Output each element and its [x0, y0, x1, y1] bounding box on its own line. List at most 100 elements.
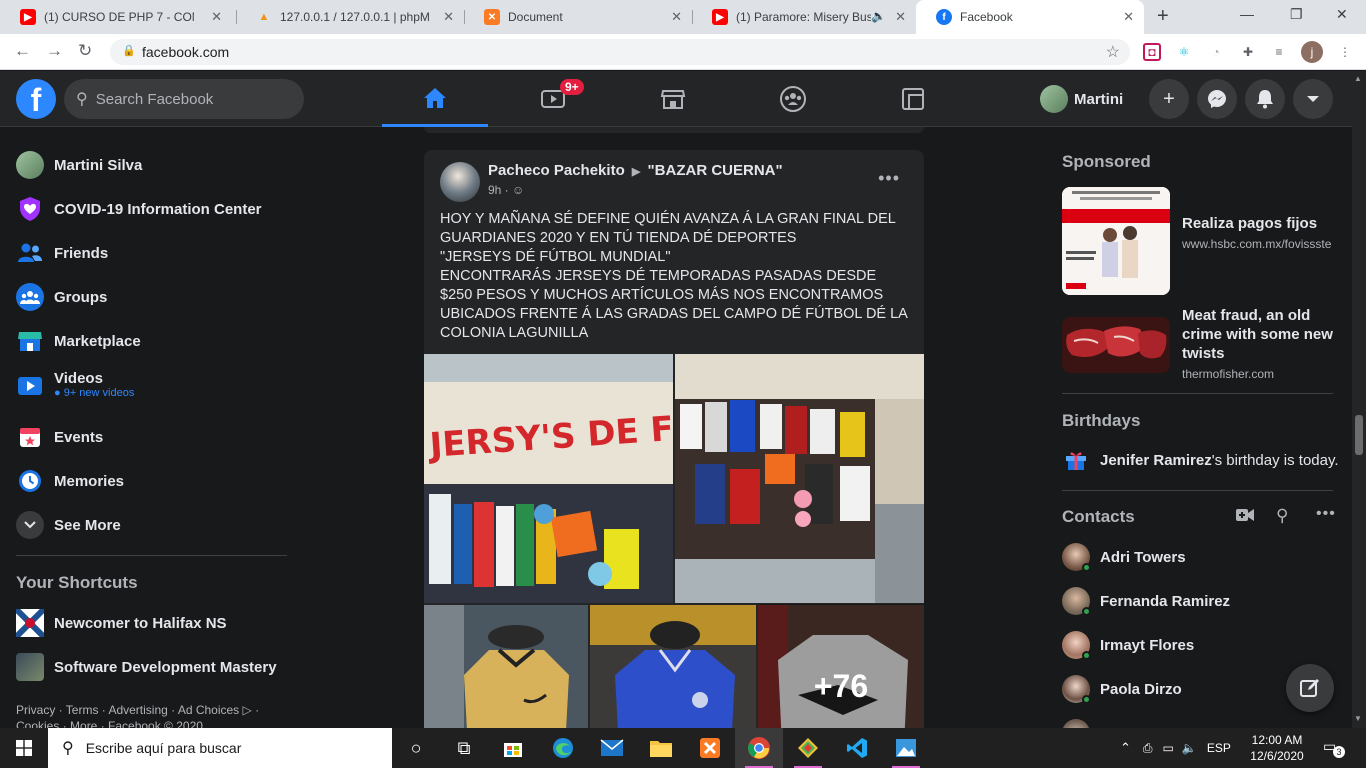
sidebar-item-videos[interactable]: Videos ● 9+ new videos [16, 370, 134, 400]
battery-icon[interactable]: ▭ [1163, 741, 1174, 755]
browser-tab[interactable]: ▶ (1) Paramore: Misery Busin 🔈 ✕ [692, 0, 916, 34]
browser-tab[interactable]: ✕ Document ✕ [464, 0, 692, 34]
minimize-button[interactable]: — [1240, 6, 1254, 22]
lock-icon[interactable]: 🔒 [122, 44, 136, 57]
chrome-icon[interactable] [735, 728, 783, 768]
media-control-icon[interactable]: ≡ [1270, 43, 1288, 61]
scroll-up-icon[interactable]: ▲ [1354, 74, 1362, 83]
task-view-icon[interactable]: ⧉ [440, 728, 488, 768]
ad-title[interactable]: Realiza pagos fijos [1182, 214, 1337, 233]
nav-watch[interactable] [500, 71, 606, 127]
ad-image[interactable] [1062, 187, 1170, 295]
sidebar-item-covid[interactable]: COVID-19 Information Center [16, 195, 262, 223]
scrollbar[interactable] [1352, 71, 1366, 728]
search-input[interactable]: ⚲ Search Facebook [64, 79, 304, 119]
browser-tab[interactable]: ▲ 127.0.0.1 / 127.0.0.1 | phpMyAd ✕ [236, 0, 464, 34]
bookmark-star-icon[interactable]: ☆ [1106, 42, 1120, 62]
store-icon[interactable] [489, 728, 537, 768]
scrollbar-thumb[interactable] [1355, 415, 1363, 455]
new-message-button[interactable] [1286, 664, 1334, 712]
sidebar-item-marketplace[interactable]: Marketplace [16, 327, 141, 355]
speaker-icon[interactable]: 🔈 [871, 9, 886, 23]
post-photo[interactable]: JERSY'S DE FUTBOL [424, 354, 673, 603]
volume-icon[interactable]: 🔈 [1182, 741, 1197, 755]
close-icon[interactable]: ✕ [671, 9, 682, 25]
shortcut-item[interactable]: Software Development Mastery [16, 653, 277, 681]
sidebar-item-groups[interactable]: Groups [16, 283, 107, 311]
ad-title[interactable]: Meat fraud, an old crime with some new t… [1182, 306, 1337, 363]
nav-gaming[interactable] [860, 71, 966, 127]
sidebar-item-profile[interactable]: Martini Silva [16, 151, 142, 179]
system-clock[interactable]: 12:00 AM 12/6/2020 [1247, 732, 1307, 764]
birthday-person[interactable]: Jenifer Ramirez [1100, 452, 1212, 469]
footer-line[interactable]: Privacy · Terms · Advertising · Ad Choic… [16, 702, 276, 718]
contact-item[interactable]: Fernanda Ramirez [1062, 587, 1230, 616]
new-room-icon[interactable] [1236, 508, 1254, 527]
facebook-logo[interactable]: f [16, 79, 56, 119]
sidebar-item-see-more[interactable]: See More [16, 511, 121, 539]
profile-shortcut[interactable]: Martini [1040, 83, 1123, 115]
device-icon[interactable]: ⎙ [1143, 741, 1153, 756]
shortcut-item[interactable]: Newcomer to Halifax NS [16, 609, 227, 637]
account-menu-button[interactable] [1293, 79, 1333, 119]
close-icon[interactable]: ✕ [895, 9, 906, 25]
post-photo[interactable] [675, 354, 924, 603]
reload-button[interactable]: ↻ [78, 41, 92, 61]
taskbar-search-input[interactable]: ⚲ Escribe aquí para buscar [48, 728, 392, 768]
ad-text[interactable]: Realiza pagos fijos www.hsbc.com.mx/fovi… [1182, 214, 1337, 252]
author-name[interactable]: Pacheco Pachekito [488, 162, 625, 179]
author-avatar[interactable] [440, 162, 480, 202]
xampp-icon[interactable] [686, 728, 734, 768]
extensions-puzzle-icon[interactable]: ✚ [1239, 43, 1257, 61]
close-icon[interactable]: ✕ [443, 9, 454, 25]
sidebar-item-memories[interactable]: Memories [16, 467, 124, 495]
chrome-menu-icon[interactable]: ⋮ [1336, 43, 1354, 61]
file-explorer-icon[interactable] [637, 728, 685, 768]
scroll-down-icon[interactable]: ▼ [1354, 714, 1362, 723]
ad-image[interactable] [1062, 317, 1170, 373]
back-button[interactable]: ← [14, 41, 31, 61]
contact-item[interactable]: Irmayt Flores [1062, 631, 1194, 660]
nav-groups[interactable] [740, 71, 846, 127]
profile-avatar[interactable]: j [1301, 41, 1323, 63]
sourcetree-icon[interactable] [784, 728, 832, 768]
extension-icon[interactable]: ◘ [1143, 43, 1161, 61]
react-devtools-icon[interactable]: ⚛ [1175, 43, 1193, 61]
sidebar-item-friends[interactable]: Friends [16, 239, 108, 267]
window-close-button[interactable]: ✕ [1336, 6, 1348, 23]
notification-center-icon[interactable]: ▭ 3 [1323, 738, 1345, 758]
sidebar-item-events[interactable]: Events [16, 423, 103, 451]
close-icon[interactable]: ✕ [1123, 9, 1134, 25]
birthday-notice[interactable]: Jenifer Ramirez's birthday is today. [1062, 448, 1339, 472]
contact-item[interactable] [1062, 719, 1100, 728]
close-icon[interactable]: ✕ [211, 9, 222, 25]
browser-tab[interactable]: ▶ (1) CURSO DE PHP 7 - COMPLE ✕ [0, 0, 232, 34]
address-bar[interactable]: 🔒 facebook.com ☆ [110, 39, 1130, 65]
chevron-up-icon[interactable]: ⌃ [1120, 740, 1131, 756]
contact-item[interactable]: Adri Towers [1062, 543, 1186, 572]
new-tab-button[interactable]: + [1157, 5, 1169, 28]
notifications-button[interactable] [1245, 79, 1285, 119]
maximize-button[interactable]: ❐ [1290, 6, 1303, 23]
start-button[interactable] [0, 728, 48, 768]
more-options-icon[interactable]: ••• [1316, 505, 1336, 523]
search-icon[interactable]: ⚲ [1276, 506, 1288, 526]
group-name[interactable]: "BAZAR CUERNA" [648, 162, 783, 179]
ad-text[interactable]: Meat fraud, an old crime with some new t… [1182, 306, 1337, 382]
photos-icon[interactable] [882, 728, 930, 768]
url-text[interactable]: facebook.com [142, 44, 229, 60]
post-time[interactable]: 9h · [488, 183, 509, 197]
create-button[interactable]: + [1149, 79, 1189, 119]
nav-home[interactable] [382, 71, 488, 127]
language-indicator[interactable]: ESP [1207, 741, 1231, 755]
forward-button[interactable]: → [46, 41, 63, 61]
edge-icon[interactable] [539, 728, 587, 768]
cortana-icon[interactable]: ○ [392, 728, 440, 768]
mail-icon[interactable] [588, 728, 636, 768]
contact-item[interactable]: Paola Dirzo [1062, 675, 1182, 704]
extension-icon[interactable]: ◔ [1207, 43, 1225, 61]
more-options-icon[interactable]: ••• [878, 168, 900, 189]
vscode-icon[interactable] [833, 728, 881, 768]
messenger-button[interactable] [1197, 79, 1237, 119]
nav-marketplace[interactable] [620, 71, 726, 127]
